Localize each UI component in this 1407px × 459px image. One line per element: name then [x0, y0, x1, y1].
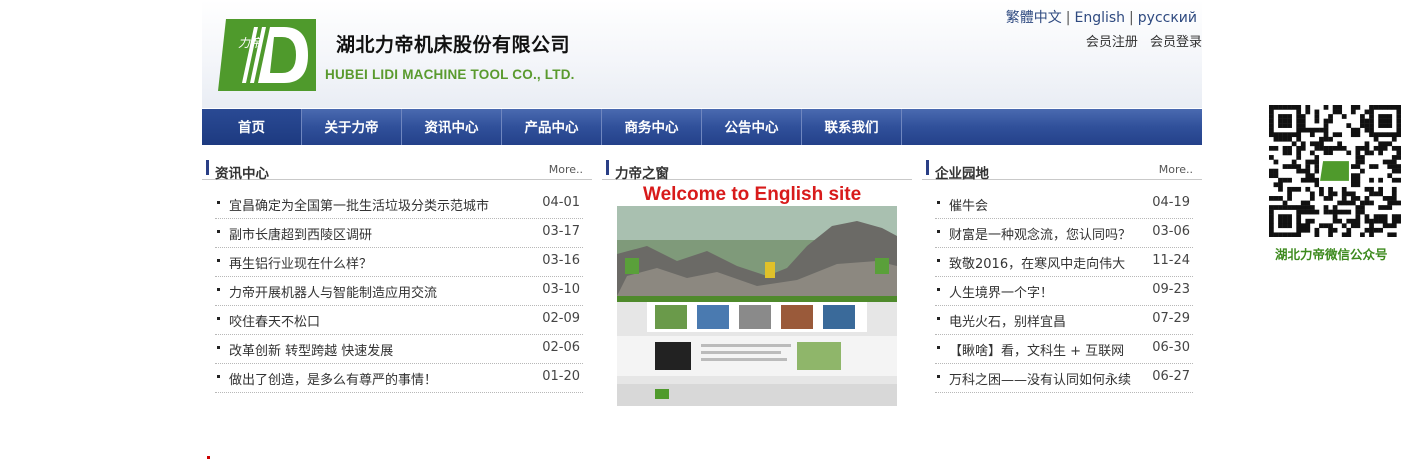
- culture-item: 【瞅啥】看，文科生 + 互联网 06-30: [935, 335, 1193, 364]
- news-section-title: 资讯中心: [215, 166, 269, 182]
- news-item: 力帝开展机器人与智能制造应用交流 03-10: [215, 277, 583, 306]
- culture-item: 电光火石，别样宜昌 07-29: [935, 306, 1193, 335]
- culture-item-title[interactable]: 财富是一种观念流，您认同吗？: [949, 224, 1131, 243]
- news-item-date: 02-06: [542, 340, 580, 355]
- news-item: 宜昌确定为全国第一批生活垃圾分类示范城市 04-01: [215, 190, 583, 219]
- bullet-icon: [217, 375, 220, 378]
- culture-item-title[interactable]: 催牛会: [949, 195, 988, 214]
- bullet-icon: [217, 317, 220, 320]
- news-item: 做出了创造，是多么有尊严的事情！ 01-20: [215, 364, 583, 393]
- culture-item-date: 06-27: [1152, 369, 1190, 384]
- section-marker: [606, 160, 609, 175]
- news-item: 改革创新 转型跨越 快速发展 02-06: [215, 335, 583, 364]
- culture-list: 催牛会 04-19 财富是一种观念流，您认同吗？ 03-06 致敬2016，在寒风中…: [935, 190, 1193, 393]
- bullet-icon: [937, 317, 940, 320]
- bullet-icon: [937, 230, 940, 233]
- news-item-date: 02-09: [542, 311, 580, 326]
- culture-item-date: 03-06: [1152, 224, 1190, 239]
- culture-item: 致敬2016，在寒风中走向伟大 11-24: [935, 248, 1193, 277]
- nav-business[interactable]: 商务中心: [602, 109, 702, 145]
- nav-announcements[interactable]: 公告中心: [702, 109, 802, 145]
- nav-news[interactable]: 资讯中心: [402, 109, 502, 145]
- company-logo[interactable]: 力帝: [218, 19, 316, 91]
- culture-item-date: 06-30: [1152, 340, 1190, 355]
- culture-item-date: 07-29: [1152, 311, 1190, 326]
- culture-item-date: 09-23: [1152, 282, 1190, 297]
- wechat-qr-code: [1269, 105, 1401, 237]
- qr-logo-icon: [1320, 161, 1349, 181]
- news-item-title[interactable]: 咬住春天不松口: [229, 311, 320, 330]
- culture-item-date: 04-19: [1152, 195, 1190, 210]
- news-item: 副市长唐超到西陵区调研 03-17: [215, 219, 583, 248]
- culture-item: 人生境界一个字！ 09-23: [935, 277, 1193, 306]
- bullet-icon: [217, 346, 220, 349]
- logo-char-1: 力帝: [238, 36, 264, 50]
- window-section-header: 力帝之窗: [602, 157, 912, 182]
- culture-item-title[interactable]: 致敬2016，在寒风中走向伟大: [949, 253, 1125, 272]
- language-switcher: 繁體中文 | English | русский: [1005, 10, 1197, 26]
- bullet-icon: [937, 375, 940, 378]
- main-nav: 首页 关于力帝 资讯中心 产品中心 商务中心 公告中心 联系我们: [202, 109, 1202, 145]
- culture-item: 万科之困——没有认同如何永续 06-27: [935, 364, 1193, 393]
- culture-item: 财富是一种观念流，您认同吗？ 03-06: [935, 219, 1193, 248]
- news-item-date: 04-01: [542, 195, 580, 210]
- culture-section-title: 企业园地: [935, 166, 989, 182]
- news-section-header: 资讯中心 More..: [202, 157, 592, 182]
- culture-item-title[interactable]: 【瞅啥】看，文科生 + 互联网: [949, 340, 1124, 359]
- bullet-icon: [217, 259, 220, 262]
- bullet-icon: [217, 230, 220, 233]
- nav-home[interactable]: 首页: [202, 109, 302, 145]
- news-item-title[interactable]: 改革创新 转型跨越 快速发展: [229, 340, 393, 359]
- member-login-link[interactable]: 会员登录: [1150, 35, 1202, 50]
- news-item-date: 01-20: [542, 369, 580, 384]
- culture-item: 催牛会 04-19: [935, 190, 1193, 219]
- news-item-title[interactable]: 力帝开展机器人与智能制造应用交流: [229, 282, 437, 301]
- bullet-icon: [937, 288, 940, 291]
- lang-russian-link[interactable]: русский: [1138, 10, 1197, 26]
- section-marker: [926, 160, 929, 175]
- nav-about[interactable]: 关于力帝: [302, 109, 402, 145]
- news-item-date: 03-16: [542, 253, 580, 268]
- news-item: 咬住春天不松口 02-09: [215, 306, 583, 335]
- bullet-icon: [217, 201, 220, 204]
- welcome-english-link[interactable]: Welcome to English site: [643, 184, 861, 206]
- lang-traditional-link[interactable]: 繁體中文: [1006, 10, 1062, 26]
- culture-item-title[interactable]: 电光火石，别样宜昌: [949, 311, 1066, 330]
- english-site-preview-image[interactable]: [617, 206, 897, 406]
- culture-item-date: 11-24: [1152, 253, 1190, 268]
- bullet-icon: [217, 288, 220, 291]
- news-more-link[interactable]: More..: [549, 163, 583, 176]
- section-marker: [206, 160, 209, 175]
- culture-section-header: 企业园地 More..: [922, 157, 1202, 182]
- culture-more-link[interactable]: More..: [1159, 163, 1193, 176]
- nav-products[interactable]: 产品中心: [502, 109, 602, 145]
- news-item: 再生铝行业现在什么样？ 03-16: [215, 248, 583, 277]
- company-name-en: HUBEI LIDI MACHINE TOOL CO., LTD.: [325, 67, 575, 82]
- site-header: 力帝 湖北力帝机床股份有限公司 HUBEI LIDI MACHINE TOOL …: [202, 0, 1202, 108]
- bullet-icon: [937, 201, 940, 204]
- culture-item-title[interactable]: 万科之困——没有认同如何永续: [949, 369, 1131, 388]
- member-register-link[interactable]: 会员注册: [1086, 35, 1138, 50]
- bullet-icon: [937, 346, 940, 349]
- news-item-date: 03-10: [542, 282, 580, 297]
- news-item-title[interactable]: 再生铝行业现在什么样？: [229, 253, 372, 272]
- lang-english-link[interactable]: English: [1074, 10, 1125, 26]
- news-item-title[interactable]: 宜昌确定为全国第一批生活垃圾分类示范城市: [229, 195, 489, 214]
- member-links: 会员注册 会员登录: [1078, 31, 1202, 50]
- news-list: 宜昌确定为全国第一批生活垃圾分类示范城市 04-01 副市长唐超到西陵区调研 03-…: [215, 190, 583, 393]
- news-item-date: 03-17: [542, 224, 580, 239]
- culture-item-title[interactable]: 人生境界一个字！: [949, 282, 1053, 301]
- company-name-cn: 湖北力帝机床股份有限公司: [336, 34, 571, 56]
- window-section-title: 力帝之窗: [615, 166, 669, 182]
- nav-contact[interactable]: 联系我们: [802, 109, 902, 145]
- news-item-title[interactable]: 副市长唐超到西陵区调研: [229, 224, 372, 243]
- qr-caption: 湖北力帝微信公众号: [1275, 247, 1388, 262]
- news-item-title[interactable]: 做出了创造，是多么有尊严的事情！: [229, 369, 437, 388]
- bullet-icon: [937, 259, 940, 262]
